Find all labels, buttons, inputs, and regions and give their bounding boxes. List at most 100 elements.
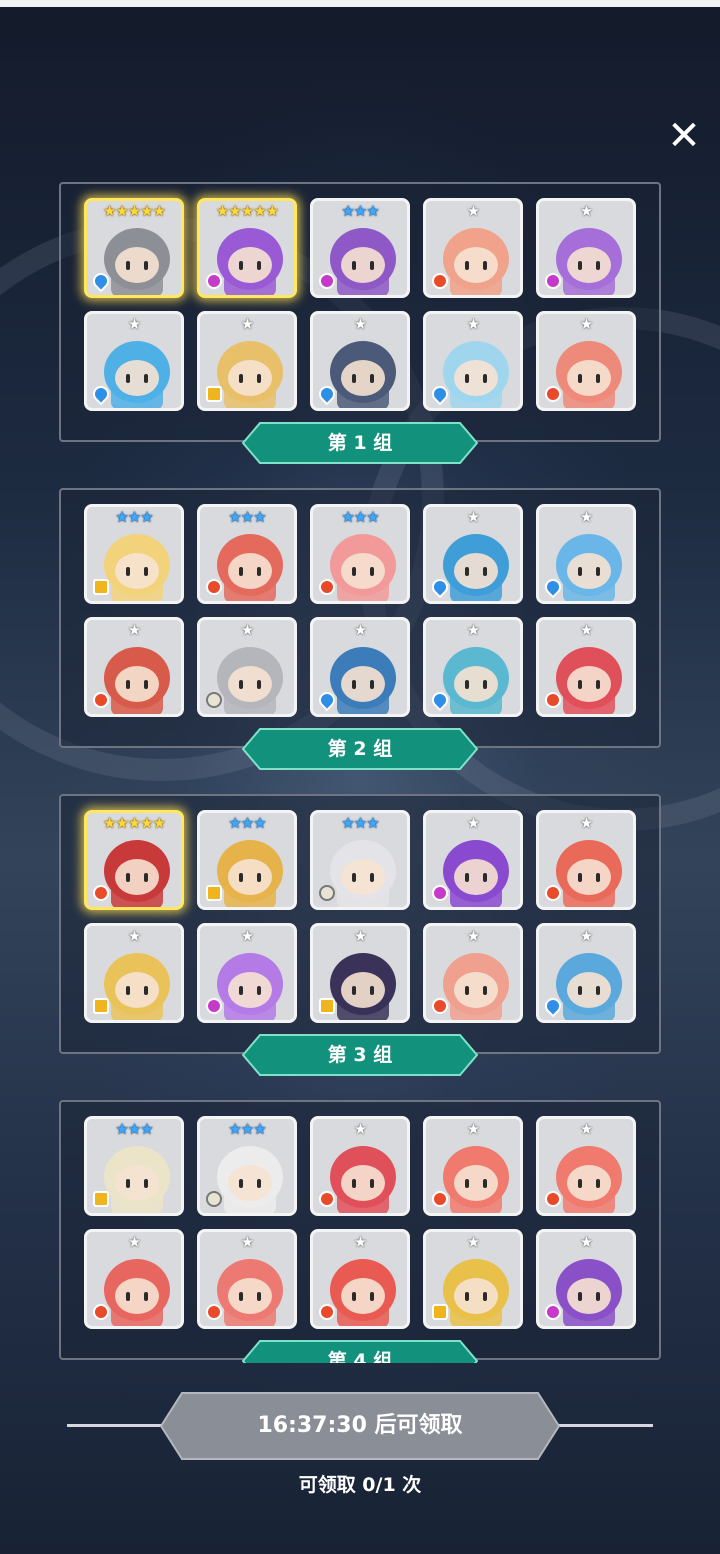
star-rating: ★	[466, 315, 480, 333]
light-element-icon	[206, 1191, 222, 1207]
blue-scholar-icon	[325, 634, 401, 714]
wind-element-icon	[206, 885, 222, 901]
hero-card[interactable]: ★	[197, 923, 297, 1023]
treasure-chest-icon	[438, 634, 514, 714]
purple-bow-girl-icon	[551, 215, 627, 295]
hero-card[interactable]: ★★★★★	[84, 810, 184, 910]
star-rating: ★	[579, 202, 593, 220]
fire-element-icon	[319, 579, 335, 595]
fire-element-icon	[206, 1304, 222, 1320]
wind-element-icon	[432, 1304, 448, 1320]
pink-shell-icon	[212, 1246, 288, 1326]
hero-card[interactable]: ★	[423, 810, 523, 910]
ice-maiden-icon	[438, 328, 514, 408]
light-element-icon	[206, 692, 222, 708]
red-skull-icon	[551, 1133, 627, 1213]
hero-card[interactable]: ★	[536, 923, 636, 1023]
claim-button[interactable]: 16:37:30 后可领取	[160, 1392, 560, 1460]
hero-card[interactable]: ★	[84, 923, 184, 1023]
hero-card[interactable]: ★★★	[197, 810, 297, 910]
star-rating: ★	[579, 927, 593, 945]
fire-element-icon	[432, 273, 448, 289]
star-rating: ★	[466, 508, 480, 526]
hero-card[interactable]: ★	[536, 1116, 636, 1216]
wind-element-icon	[206, 386, 222, 402]
hero-card[interactable]: ★	[310, 1116, 410, 1216]
star-rating: ★	[240, 927, 254, 945]
light-element-icon	[319, 885, 335, 901]
star-rating: ★	[579, 814, 593, 832]
star-rating: ★	[127, 927, 141, 945]
hero-card[interactable]: ★	[423, 617, 523, 717]
hero-card[interactable]: ★	[310, 311, 410, 411]
hero-card[interactable]: ★	[197, 1229, 297, 1329]
hero-card[interactable]: ★	[423, 504, 523, 604]
fire-element-icon	[93, 692, 109, 708]
red-cat-icon	[99, 1246, 175, 1326]
group-label: 第 2 组	[327, 738, 393, 760]
hero-card[interactable]: ★	[84, 1229, 184, 1329]
hero-card[interactable]: ★	[423, 1116, 523, 1216]
fire-element-icon	[319, 1304, 335, 1320]
hero-card[interactable]: ★	[84, 617, 184, 717]
close-icon[interactable]: ✕	[664, 116, 704, 156]
hero-card[interactable]: ★	[536, 617, 636, 717]
group-label: 第 1 组	[327, 432, 393, 454]
hero-card[interactable]: ★★★	[84, 504, 184, 604]
purple-hair-girl-icon	[212, 215, 288, 295]
fire-element-icon	[545, 692, 561, 708]
hero-card[interactable]: ★	[423, 198, 523, 298]
fire-element-icon	[432, 1191, 448, 1207]
red-flower-monster-icon	[325, 1133, 401, 1213]
group-list[interactable]: ★★★★★ ★★★★★ ★★★ ★ ★ ★ ★ ★ ★ ★ 第 1 组 ★★★ ★★★ ★★★ ★ ★ ★ ★ ★ ★…	[0, 175, 720, 1363]
claim-timer-label: 16:37:30 后可领取	[257, 1413, 463, 1438]
dark-hair-priestess-icon	[325, 940, 401, 1020]
star-rating: ★	[466, 1120, 480, 1138]
hero-card[interactable]: ★	[197, 311, 297, 411]
hero-card[interactable]: ★★★	[310, 198, 410, 298]
elder-sage-icon	[99, 1133, 175, 1213]
dark-element-icon	[432, 885, 448, 901]
hero-card[interactable]: ★	[197, 617, 297, 717]
hero-card[interactable]: ★	[423, 923, 523, 1023]
group-label: 第 4 组	[327, 1350, 393, 1363]
hero-card[interactable]: ★★★	[84, 1116, 184, 1216]
hero-card[interactable]: ★	[423, 1229, 523, 1329]
hero-card[interactable]: ★	[423, 311, 523, 411]
hero-card[interactable]: ★	[310, 923, 410, 1023]
hero-card[interactable]: ★	[310, 1229, 410, 1329]
purple-flower-monster-icon	[438, 827, 514, 907]
hero-card[interactable]: ★	[536, 810, 636, 910]
hero-card[interactable]: ★	[310, 617, 410, 717]
hero-card[interactable]: ★★★	[197, 504, 297, 604]
fire-element-icon	[93, 1304, 109, 1320]
fire-element-icon	[319, 1191, 335, 1207]
hero-card[interactable]: ★	[536, 198, 636, 298]
knight-helmet-icon	[99, 215, 175, 295]
armored-knight-icon	[325, 328, 401, 408]
hero-card[interactable]: ★	[84, 311, 184, 411]
hero-card[interactable]: ★★★	[197, 1116, 297, 1216]
star-rating: ★	[353, 621, 367, 639]
star-rating: ★★★	[341, 202, 379, 220]
winged-knight-icon	[325, 1246, 401, 1326]
hero-card[interactable]: ★★★★★	[197, 198, 297, 298]
hero-card[interactable]: ★	[536, 1229, 636, 1329]
fire-element-icon	[432, 998, 448, 1014]
star-rating: ★★★	[228, 508, 266, 526]
flower-girl-icon	[438, 940, 514, 1020]
star-rating: ★	[579, 621, 593, 639]
hero-card[interactable]: ★	[536, 504, 636, 604]
group-label-banner: 第 4 组	[242, 1340, 478, 1363]
fire-element-icon	[545, 885, 561, 901]
star-rating: ★★★	[341, 814, 379, 832]
star-rating: ★★★★★	[215, 202, 279, 220]
hero-card[interactable]: ★★★	[310, 504, 410, 604]
hero-card[interactable]: ★★★★★	[84, 198, 184, 298]
star-rating: ★★★	[228, 814, 266, 832]
dark-element-icon	[319, 273, 335, 289]
golden-totem-icon	[438, 1246, 514, 1326]
wind-element-icon	[93, 998, 109, 1014]
hero-card[interactable]: ★★★	[310, 810, 410, 910]
hero-card[interactable]: ★	[536, 311, 636, 411]
